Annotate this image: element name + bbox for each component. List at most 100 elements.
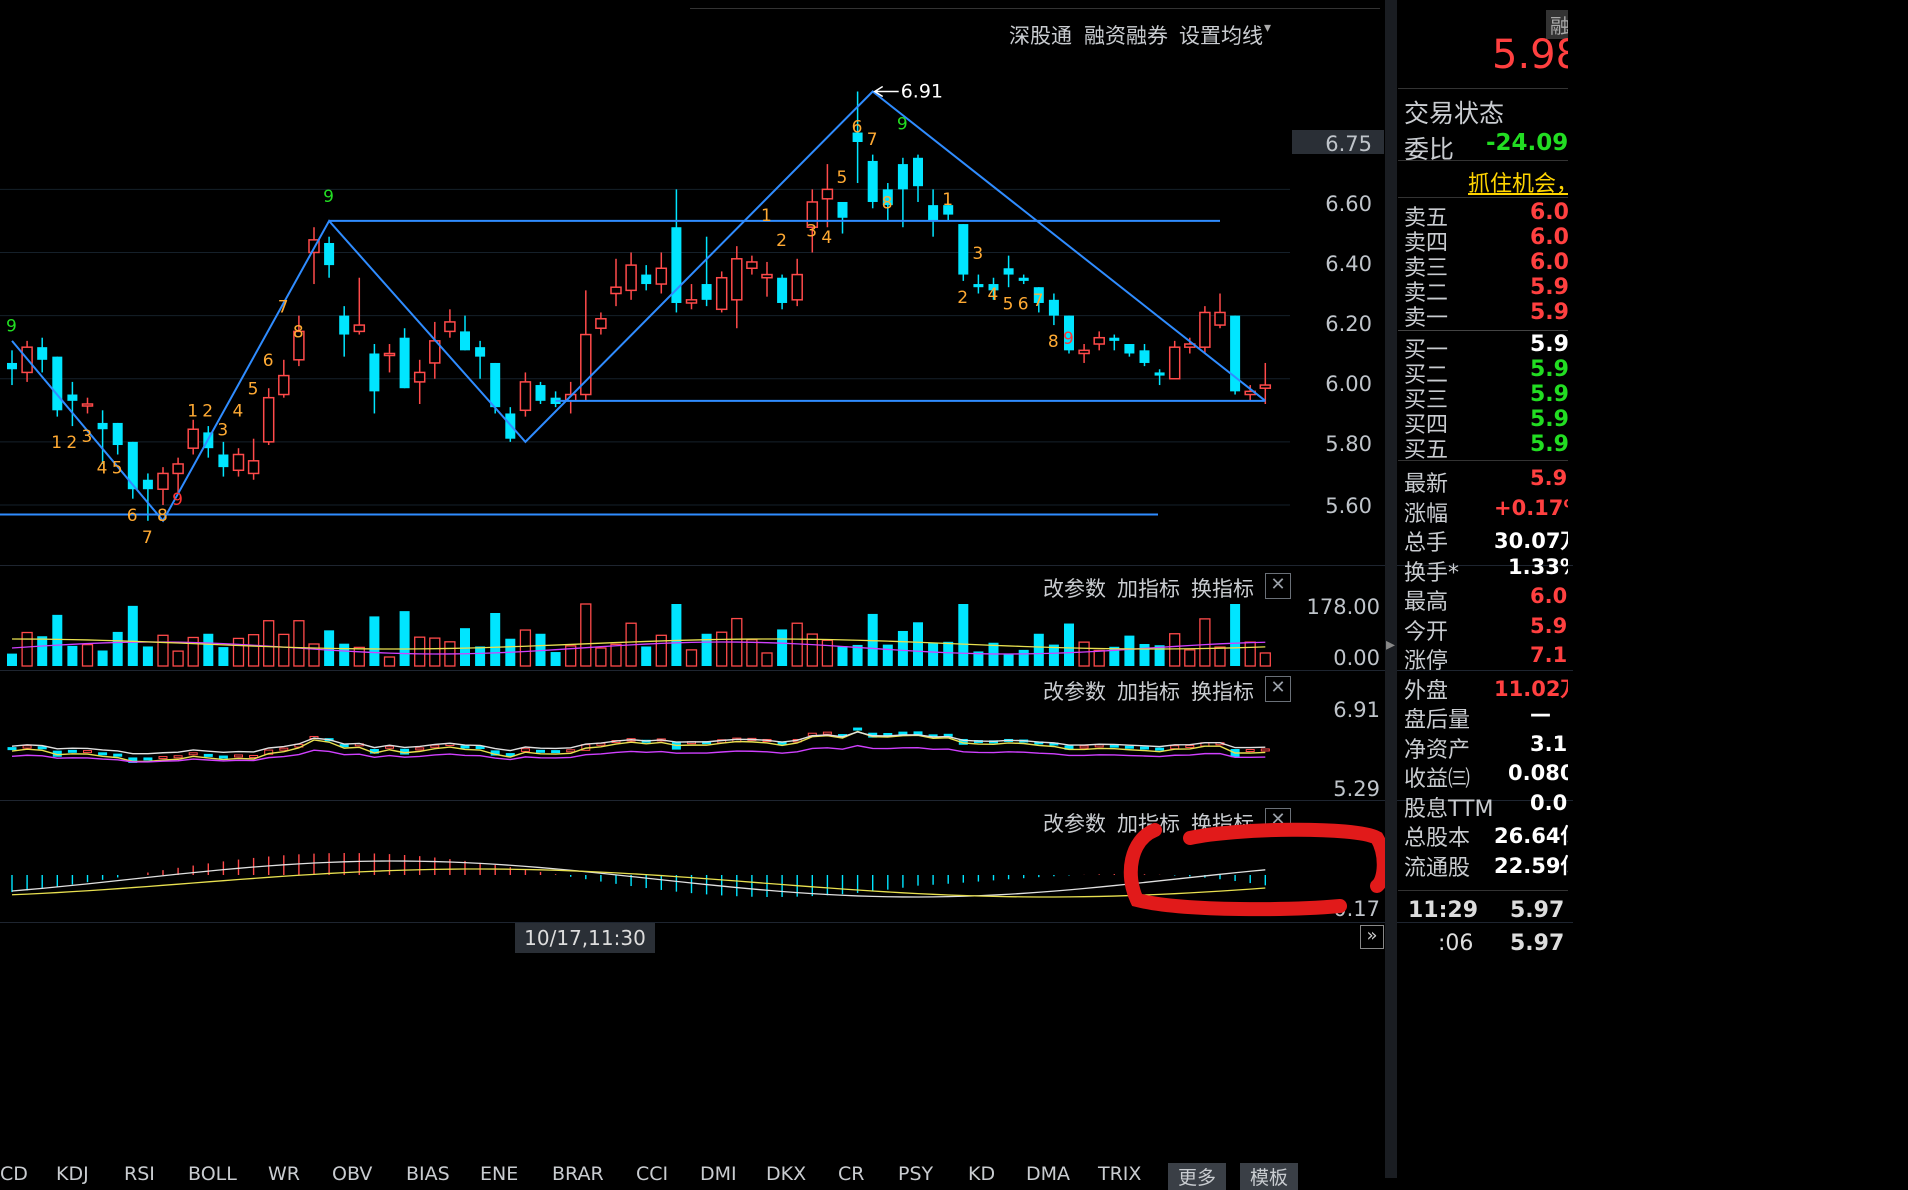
indicator-tab[interactable]: BIAS <box>406 1163 450 1185</box>
indicator-tab[interactable]: DMI <box>700 1163 737 1185</box>
td-count-label: 1 <box>51 433 62 453</box>
stat-value: 5.99 <box>1530 613 1568 638</box>
ma-candle <box>460 745 470 749</box>
ask-level-label: 卖一 <box>1404 306 1449 331</box>
top-toolbar-strip <box>690 0 1380 9</box>
volume-bar <box>112 631 123 666</box>
td-count-label: 1 <box>761 206 772 226</box>
ma-candle <box>1155 747 1165 751</box>
td-count-label: 1 <box>187 402 198 422</box>
volume-bar <box>1139 643 1150 666</box>
candle-body <box>172 463 184 475</box>
stat-label: 最新 <box>1404 472 1449 497</box>
ma-candle <box>113 753 123 757</box>
ma-candle <box>1124 745 1134 749</box>
collapse-arrow-icon[interactable]: ▸ <box>1386 625 1396 665</box>
toolbar-link-margin[interactable]: 融资融券 <box>1084 20 1168 50</box>
candle-body <box>1078 349 1090 355</box>
indicator-tab[interactable]: KDJ <box>56 1163 89 1185</box>
peak-price-label: 6.91 <box>901 80 943 102</box>
candle-body <box>218 454 229 468</box>
toolbar-link-hk-connect[interactable]: 深股通 <box>1009 20 1072 50</box>
ma-candle <box>853 727 863 731</box>
candle-body <box>1003 268 1014 275</box>
stat-value: 3.16 <box>1530 731 1568 756</box>
ask-level-price: 6.00 <box>1530 250 1568 275</box>
indicator-tab[interactable]: 模板 <box>1240 1163 1299 1190</box>
td-count-label: 6 <box>263 351 274 371</box>
promo-link[interactable]: 抓住机会， <box>1468 166 1568 198</box>
close-icon[interactable]: ✕ <box>1265 676 1291 702</box>
indicator-tab[interactable]: WR <box>268 1163 300 1185</box>
td-count-label: 8 <box>157 506 168 526</box>
ma-candle <box>822 731 832 735</box>
ma-candle <box>22 745 32 749</box>
caret-down-icon[interactable]: ▾ <box>1264 20 1271 36</box>
volume-bar <box>1244 641 1256 667</box>
indicator-tab[interactable]: DMA <box>1026 1163 1070 1185</box>
volume-bar <box>958 604 969 666</box>
volume-bar <box>943 641 954 666</box>
td-count-label: 9 <box>6 316 17 336</box>
volume-bar <box>490 612 501 666</box>
ma-candle <box>566 749 576 753</box>
current-price: 5.98 <box>1492 32 1568 78</box>
volume-chart[interactable] <box>0 598 1290 668</box>
close-icon[interactable]: ✕ <box>1265 573 1291 599</box>
ma-candle <box>385 745 394 749</box>
indicator-tab[interactable]: DKX <box>766 1163 806 1185</box>
volume-bar <box>519 629 532 667</box>
td-count-label: 2 <box>957 288 968 308</box>
ma-chart[interactable] <box>0 700 1290 800</box>
candle-body <box>112 422 123 446</box>
indicator-tab[interactable]: KD <box>968 1163 995 1185</box>
volume-bar <box>37 636 48 666</box>
ma-candle <box>173 755 183 759</box>
bid-level-price: 5.97 <box>1530 332 1568 357</box>
indicator-tab[interactable]: CCI <box>636 1163 668 1185</box>
candle-body <box>460 331 470 351</box>
candle-body <box>324 243 335 266</box>
stat-value: 30.07万 <box>1494 529 1568 553</box>
indicator-tab[interactable]: PSY <box>898 1163 933 1185</box>
volume-bar <box>1259 652 1271 667</box>
candle-body <box>1259 384 1272 389</box>
indicator-tab[interactable]: CR <box>838 1163 864 1185</box>
candle-body <box>958 224 969 275</box>
main-candlestick-chart[interactable]: 6.9191 2 34 567891 2345678912 3 4567891234 5 6 78… <box>0 50 1290 565</box>
volume-bar <box>610 643 622 667</box>
indicator-tab[interactable]: BOLL <box>188 1163 237 1185</box>
ma-candle <box>1109 744 1119 748</box>
td-count-label: 9 <box>172 490 183 510</box>
td-count-label: 7 <box>1033 291 1044 311</box>
indicator-tab[interactable]: RSI <box>124 1163 155 1185</box>
td-count-label: 9 <box>1063 329 1074 349</box>
volume-bar <box>882 644 893 666</box>
price-tick: 5.80 <box>1325 432 1372 456</box>
macd-chart[interactable] <box>0 830 1290 920</box>
td-count-label: 8 <box>1048 332 1059 352</box>
indicator-tab[interactable]: TRIX <box>1098 1163 1141 1185</box>
indicator-tab[interactable]: 更多 <box>1168 1163 1227 1190</box>
quote-separator <box>1398 890 1568 891</box>
toolbar-link-ma-settings[interactable]: 设置均线 <box>1179 20 1263 50</box>
price-axis: 6.75 6.60 6.40 6.20 6.00 5.80 5.60 <box>1292 50 1384 565</box>
indicator-tab[interactable]: OBV <box>332 1163 372 1185</box>
volume-bar <box>369 616 380 666</box>
candle-body <box>262 396 275 443</box>
candle-body <box>353 324 366 333</box>
ma-candle <box>158 756 168 760</box>
indicator-tab[interactable]: ENE <box>480 1163 518 1185</box>
expand-right-icon[interactable]: » <box>1360 925 1384 949</box>
indicator-tab[interactable]: CD <box>0 1163 28 1185</box>
volume-bar <box>157 634 169 667</box>
indicator-tab[interactable]: BRAR <box>552 1163 604 1185</box>
candle-body <box>685 299 698 304</box>
stat-label: 外盘 <box>1404 678 1449 704</box>
stat-label: 流通股 <box>1404 855 1471 881</box>
crosshair-time-label: 10/17,11:30 <box>515 923 655 953</box>
ma-candle <box>98 752 108 756</box>
price-tick: 5.60 <box>1325 494 1372 518</box>
ask-level-price: 5.99 <box>1530 275 1568 300</box>
quote-panel: 融 5.98 交易状态 委比 -24.09% 抓住机会， 卖五6.02卖四6.0… <box>1398 0 1568 1178</box>
